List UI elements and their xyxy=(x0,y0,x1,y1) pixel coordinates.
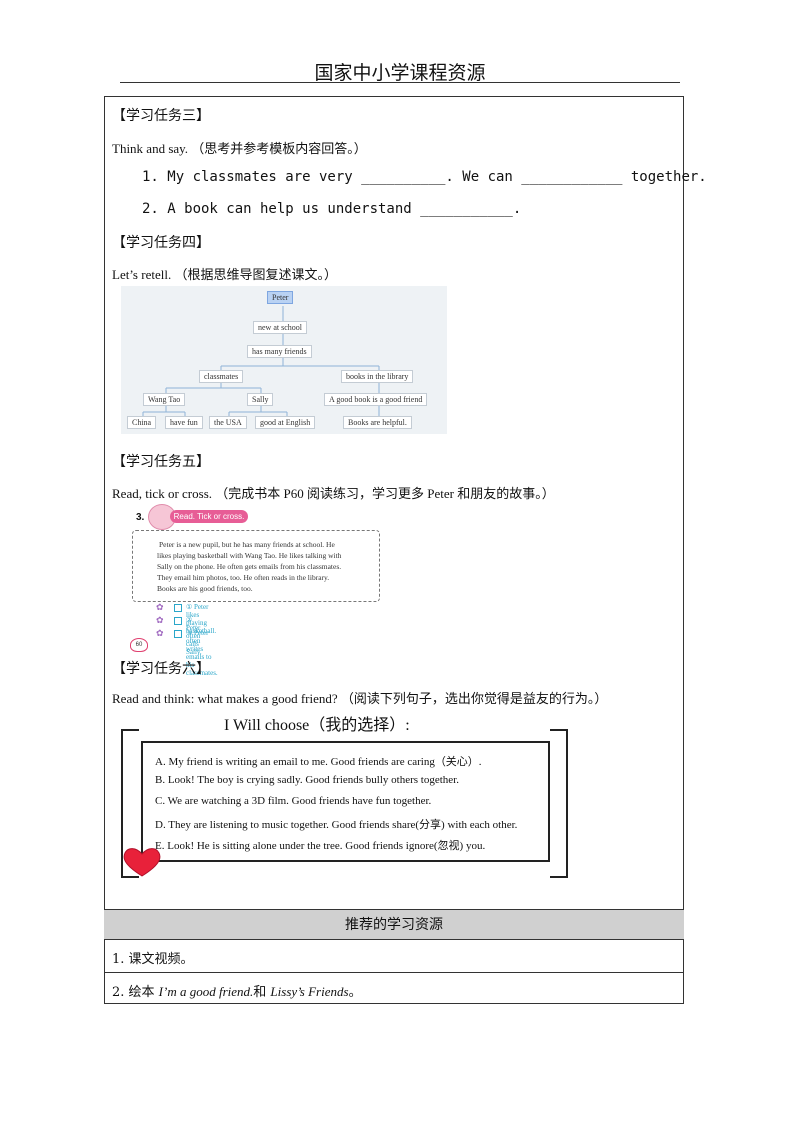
passage-line: likes playing basketball with Wang Tao. … xyxy=(157,551,342,560)
bracket-right xyxy=(566,729,568,877)
bracket-bottom-right xyxy=(550,876,568,878)
task4-instruction: Let’s retell. （根据思维导图复述课文。） xyxy=(112,267,337,282)
resource-item-video: 1. 课文视频。 xyxy=(112,952,194,967)
page-header-title: 国家中小学课程资源 xyxy=(314,62,486,84)
task5-heading: 【学习任务五】 xyxy=(112,454,210,470)
resource-item-prefix: 2. 绘本 xyxy=(112,985,159,1000)
task5-instruction: Read, tick or cross. （完成书本 P60 阅读练习，学习更多… xyxy=(112,486,555,501)
choose-title: I Will choose（我的选择）: xyxy=(224,717,410,734)
bracket-top-left xyxy=(121,729,139,731)
page-number-badge: 60 xyxy=(130,638,148,652)
mind-map-node-library: books in the library xyxy=(341,370,414,383)
mind-map-node-china: China xyxy=(127,416,157,429)
mind-map-node-have-fun: have fun xyxy=(165,416,203,429)
mind-map-node-sally: Sally xyxy=(247,393,274,406)
book-title-1: I’m a good friend. xyxy=(158,984,254,999)
task3-question-1: 1. My classmates are very __________. We… xyxy=(142,169,707,185)
passage-line: Books are his good friends, too. xyxy=(157,584,253,593)
mind-map-node-good-at-english: good at English xyxy=(255,416,316,429)
mind-map-node-root: Peter xyxy=(267,291,294,304)
flower-icon: ✿ xyxy=(156,616,164,626)
flower-icon: ✿ xyxy=(156,629,164,639)
choice-item-c[interactable]: C. We are watching a 3D film. Good frien… xyxy=(155,795,431,807)
choice-item-b[interactable]: B. Look! The boy is crying sadly. Good f… xyxy=(155,774,459,786)
choice-item-a[interactable]: A. My friend is writing an email to me. … xyxy=(155,753,482,769)
checkbox-icon[interactable] xyxy=(174,630,182,638)
passage-line: Sally on the phone. He often gets emails… xyxy=(157,562,342,571)
choice-item-d[interactable]: D. They are listening to music together.… xyxy=(155,816,517,832)
resource-item-picture-books: 2. 绘本 I’m a good friend.和 Lissy’s Friend… xyxy=(112,981,362,1000)
header-rule xyxy=(120,82,680,83)
mind-map: Peter new at school has many friends cla… xyxy=(121,286,447,434)
resources-divider xyxy=(104,972,684,973)
task4-heading: 【学习任务四】 xyxy=(112,235,210,251)
task3-instruction: Think and say. （思考并参考模板内容回答。） xyxy=(112,141,367,156)
choice-item-e[interactable]: E. Look! He is sitting alone under the t… xyxy=(155,837,485,853)
passage-line: They email him photos, too. He often rea… xyxy=(157,573,330,582)
mind-map-node-classmates: classmates xyxy=(199,370,244,383)
task6-heading: 【学习任务六】 xyxy=(112,661,210,677)
mind-map-connectors xyxy=(142,306,380,416)
checkbox-icon[interactable] xyxy=(174,617,182,625)
mind-map-node-good-book: A good book is a good friend xyxy=(324,393,428,406)
resources-heading: 推荐的学习资源 xyxy=(104,909,684,940)
passage-line: Peter is a new pupil, but he has many fr… xyxy=(159,540,335,549)
checkbox-icon[interactable] xyxy=(174,604,182,612)
exercise-label: Read. Tick or cross. xyxy=(170,510,248,523)
reading-passage: Peter is a new pupil, but he has many fr… xyxy=(132,530,380,602)
choice-box: A. My friend is writing an email to me. … xyxy=(141,741,550,862)
resource-item-mid: 和 xyxy=(253,985,271,1000)
mind-map-node-has-many-friends: has many friends xyxy=(247,345,312,358)
heart-icon xyxy=(123,848,161,877)
task3-heading: 【学习任务三】 xyxy=(112,108,210,124)
mind-map-node-new-at-school: new at school xyxy=(253,321,307,334)
mind-map-node-usa: the USA xyxy=(209,416,247,429)
mind-map-node-wang-tao: Wang Tao xyxy=(143,393,186,406)
book-title-2: Lissy’s Friends xyxy=(270,984,349,999)
task3-question-2: 2. A book can help us understand _______… xyxy=(142,201,522,217)
exercise-number: 3. xyxy=(136,512,145,523)
task6-instruction: Read and think: what makes a good friend… xyxy=(112,691,608,706)
mind-map-node-books-helpful: Books are helpful. xyxy=(343,416,412,429)
flower-icon: ✿ xyxy=(156,603,164,613)
resource-item-suffix: 。 xyxy=(348,985,362,1000)
